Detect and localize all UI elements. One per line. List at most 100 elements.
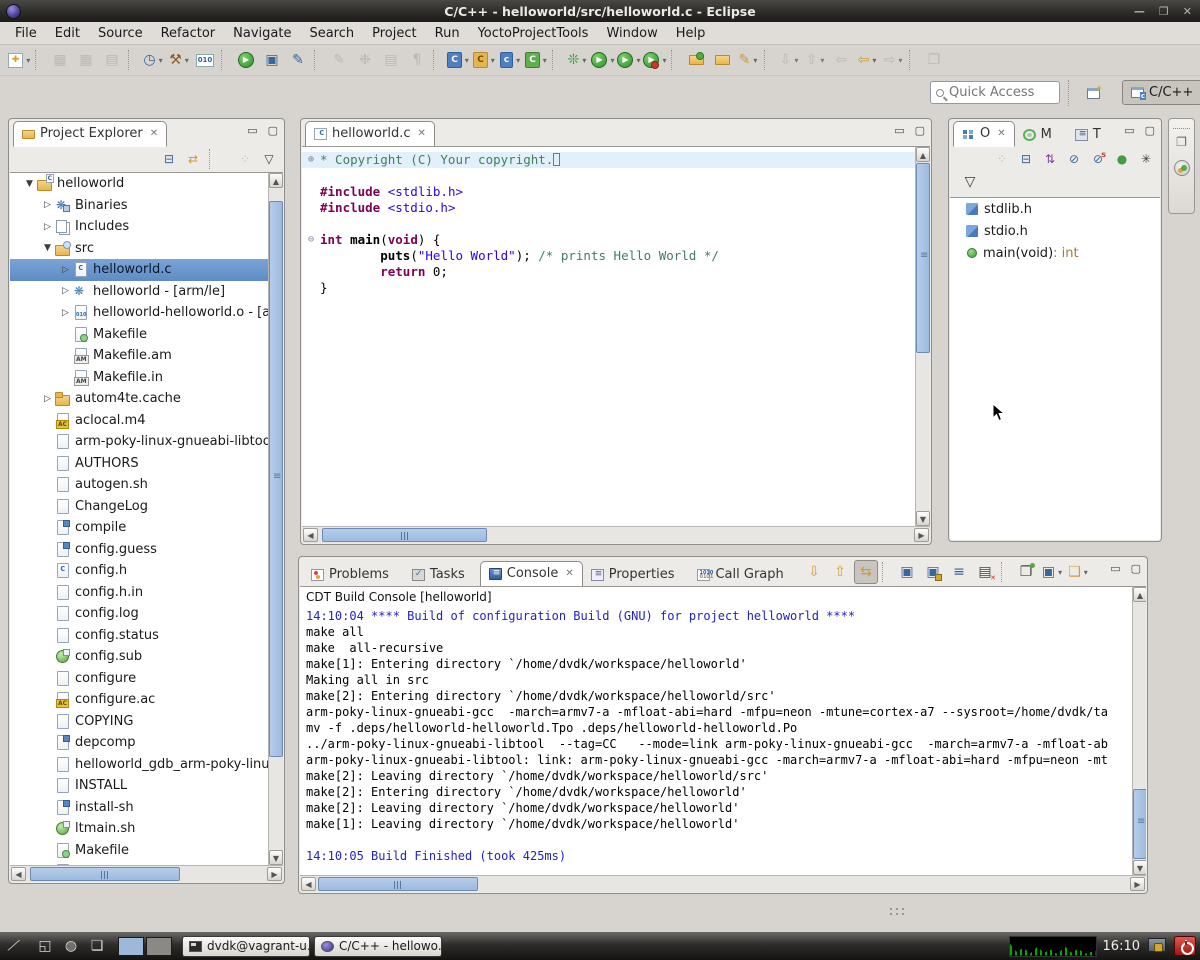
tree-item[interactable]: AUTHORS [10, 453, 268, 475]
hide-fields-button[interactable]: ⊘ [1064, 149, 1084, 169]
show-console-on-change-button[interactable]: ⇆ [854, 560, 878, 584]
restore-window-button[interactable]: ❐ [1159, 6, 1169, 17]
menu-item[interactable]: Search [300, 23, 363, 44]
cpp-perspective-button[interactable]: C/C++ [1122, 80, 1200, 105]
menu-item[interactable]: Run [426, 23, 469, 44]
app-menu-button[interactable] [4, 936, 30, 956]
tab-problems[interactable]: Problems [303, 563, 404, 587]
tree-item[interactable]: depcomp [10, 732, 268, 754]
workspace-2[interactable] [146, 937, 172, 956]
display-console-button[interactable]: ▣ [1040, 560, 1064, 584]
scroll-up-arrow[interactable]: ▲ [916, 147, 930, 162]
tree-item[interactable]: config.sub [10, 646, 268, 668]
scrollbar-thumb[interactable] [30, 867, 180, 881]
outline-item[interactable]: main(void) : int [950, 242, 1160, 264]
hide-inactive-button[interactable]: ✳ [1136, 149, 1156, 169]
console-output[interactable]: 14:10:04 **** Build of configuration Bui… [300, 606, 1132, 875]
menu-item[interactable]: Refactor [152, 23, 225, 44]
tree-item[interactable]: helloworld - [arm/le] [10, 281, 268, 303]
minimize-view-button[interactable]: ▭ [247, 124, 257, 137]
menu-item[interactable]: Project [363, 23, 425, 44]
toolbar-separator[interactable] [882, 562, 891, 582]
tree-item[interactable]: Binaries [10, 195, 268, 217]
scrollbar-thumb[interactable] [269, 201, 283, 757]
scrollbar-thumb[interactable] [916, 163, 930, 353]
tab-outline[interactable]: O ✕ [953, 121, 1015, 147]
tree-item[interactable]: install-sh [10, 797, 268, 819]
menu-item[interactable]: Help [667, 23, 715, 44]
filters-button[interactable]: ⁘ [235, 149, 255, 169]
close-view-icon[interactable]: ✕ [150, 128, 158, 139]
tree-item[interactable]: Makefile.am [10, 345, 268, 367]
open-resource-button[interactable] [710, 48, 734, 72]
run-coverage-button[interactable]: ▶ [617, 48, 641, 72]
tree-item[interactable]: helloworld.c [10, 259, 268, 281]
tree-item[interactable]: autom4te.cache [10, 388, 268, 410]
taskbar-window-terminal[interactable]: dvdk@vagrant-u... [182, 936, 310, 957]
run-last-tool-button[interactable]: ▶ [234, 48, 258, 72]
pin-editor-button[interactable]: ❐ [922, 48, 946, 72]
vertical-scrollbar[interactable]: ▲ ▼ [915, 147, 930, 526]
pin-console-button[interactable]: ❐ [1014, 560, 1038, 584]
print-button[interactable]: ▤ [100, 48, 124, 72]
collapse-all-button[interactable]: ⊟ [1016, 149, 1036, 169]
status-bar-grip[interactable] [890, 906, 908, 918]
toolbar-separator[interactable] [209, 149, 229, 169]
tree-item[interactable]: config.status [10, 625, 268, 647]
collapse-all-button[interactable]: ⊟ [159, 149, 179, 169]
toolbar-separator[interactable] [221, 50, 230, 70]
word-wrap-button[interactable]: ≡ [947, 560, 971, 584]
build-all-button[interactable]: ⚒ [167, 48, 191, 72]
restore-view-button[interactable]: ❐ [1169, 129, 1194, 155]
outline-item[interactable]: stdlib.h [950, 198, 1160, 220]
tab-console[interactable]: Console ✕ [480, 561, 583, 587]
save-all-button[interactable]: ▦ [74, 48, 98, 72]
toolbar-separator[interactable] [433, 50, 442, 70]
scroll-up-arrow[interactable]: ▲ [1133, 587, 1146, 602]
tree-item[interactable]: config.h.in [10, 582, 268, 604]
taskbar-window-eclipse[interactable]: C/C++ - hellowo... [314, 936, 442, 957]
view-menu-button[interactable]: ▽ [259, 149, 279, 169]
minimized-view-button[interactable] [1169, 155, 1194, 181]
show-doc-button[interactable]: ▤ [379, 48, 403, 72]
toolbar-separator[interactable] [314, 50, 323, 70]
browser-launcher-icon[interactable]: ◍ [60, 936, 82, 956]
close-window-button[interactable]: ✕ [1183, 6, 1192, 17]
code-editor[interactable]: ⊕ * Copyright (C) Your copyright. #inclu… [302, 147, 915, 526]
fold-toggle-icon[interactable] [302, 264, 320, 280]
tree-item[interactable]: aclocal.m4 [10, 410, 268, 432]
vertical-scrollbar[interactable]: ▲ ▼ [268, 173, 283, 865]
toolbar-separator[interactable] [764, 50, 773, 70]
expand-arrow-icon[interactable] [40, 243, 55, 253]
scroll-right-arrow[interactable]: ▶ [1130, 877, 1145, 891]
tree-item[interactable]: config.guess [10, 539, 268, 561]
minimize-view-button[interactable]: ▭ [1124, 124, 1134, 137]
show-console-output-button[interactable]: ▣ [895, 560, 919, 584]
expand-arrow-icon[interactable] [40, 222, 55, 232]
format-button[interactable]: ✎ [327, 48, 351, 72]
debug-button[interactable]: ❊ [565, 48, 589, 72]
clear-console-button[interactable]: ▤ [973, 560, 997, 584]
minimize-view-button[interactable]: ▭ [894, 124, 904, 137]
toolbar-separator[interactable] [552, 50, 561, 70]
open-console-button[interactable]: ❑ [1066, 560, 1090, 584]
close-view-icon[interactable]: ✕ [997, 128, 1005, 139]
next-marker-button[interactable]: ⇩ [802, 560, 826, 584]
open-type-button[interactable] [684, 48, 708, 72]
back-button[interactable]: ⇦ [855, 48, 879, 72]
toolbar-separator[interactable] [1001, 562, 1010, 582]
maximize-view-button[interactable]: ▢ [268, 124, 278, 137]
scroll-down-arrow[interactable]: ▼ [1133, 860, 1146, 875]
tab-helloworld-c[interactable]: helloworld.c ✕ [305, 121, 435, 147]
tree-item[interactable]: config.log [10, 603, 268, 625]
tree-item[interactable]: config.h [10, 560, 268, 582]
workspace-pager[interactable] [118, 937, 172, 956]
tree-item[interactable]: ChangeLog [10, 496, 268, 518]
indexer-button[interactable]: ✎ [286, 48, 310, 72]
link-with-editor-button[interactable]: ⇄ [183, 149, 203, 169]
save-button[interactable]: ▦ [48, 48, 72, 72]
hide-non-public-button[interactable]: ● [1112, 149, 1132, 169]
run-button[interactable]: ▶ [591, 48, 615, 72]
scroll-right-arrow[interactable]: ▶ [914, 528, 929, 542]
fold-toggle-icon[interactable] [302, 280, 320, 296]
